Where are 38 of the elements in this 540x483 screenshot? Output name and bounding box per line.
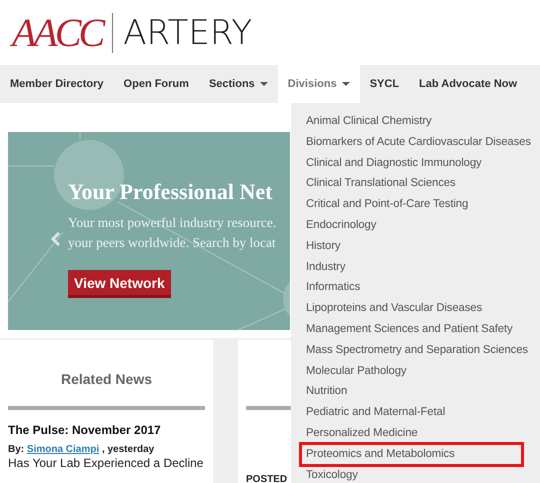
menu-item[interactable]: Proteomics and Metabolomics xyxy=(301,444,522,465)
menu-item[interactable]: Nutrition xyxy=(291,381,540,402)
menu-item[interactable]: Molecular Pathology xyxy=(291,360,540,382)
author-link[interactable]: Simona Ciampi xyxy=(26,444,100,455)
menu-item[interactable]: Mass Spectrometry and Separation Sciences xyxy=(291,340,540,361)
by-label: By: xyxy=(8,444,24,455)
menu-item[interactable]: History xyxy=(291,236,540,257)
nav-tab[interactable]: Sections xyxy=(198,65,278,103)
hero-text-line: Your most powerful industry resource. xyxy=(68,214,278,232)
menu-item[interactable]: Lipoproteins and Vascular Diseases xyxy=(291,298,540,319)
hero-text-line: your peers worldwide. Search by locat xyxy=(68,234,277,252)
hero-title: Your Professional Net xyxy=(68,179,274,205)
chevron-left-icon[interactable] xyxy=(51,232,61,246)
news-title[interactable]: The Pulse: November 2017 xyxy=(8,423,205,437)
menu-item[interactable]: Informatics xyxy=(291,277,540,298)
menu-item[interactable]: Animal Clinical Chemistry xyxy=(291,111,540,132)
news-excerpt: Has Your Lab Experienced a Decline xyxy=(8,456,204,470)
nav-tab[interactable]: Open Forum xyxy=(114,65,199,103)
menu-item[interactable]: Clinical and Diagnostic Immunology xyxy=(291,152,540,174)
post-time: , yesterday xyxy=(102,444,154,455)
nav-tab[interactable]: Lab Advocate Now xyxy=(409,65,528,103)
menu-item[interactable]: Critical and Point-of-Care Testing xyxy=(291,194,540,215)
menu-item[interactable]: Toxicology xyxy=(291,464,540,483)
menu-item[interactable]: Pediatric and Maternal-Fetal xyxy=(291,402,540,423)
nav-tab[interactable]: SYCL xyxy=(360,65,410,103)
menu-item[interactable]: Biomarkers of Acute Cardiovascular Diseases xyxy=(291,132,540,153)
logo-title[interactable]: ARTERY xyxy=(123,12,252,52)
menu-item[interactable]: Clinical Translational Sciences xyxy=(291,173,540,194)
view-network-button[interactable]: View Network xyxy=(68,270,171,298)
nav-tab[interactable]: Divisions xyxy=(278,65,360,103)
menu-item[interactable]: Management Sciences and Patient Safety xyxy=(291,318,540,340)
nav-tab[interactable]: Member Directory xyxy=(0,65,114,103)
menu-item[interactable]: Endocrinology xyxy=(291,214,540,236)
menu-item[interactable]: Personalized Medicine xyxy=(291,422,540,444)
logo-brand[interactable]: AACC xyxy=(12,9,102,56)
menu-item[interactable]: Industry xyxy=(291,256,540,278)
posted-label: POSTED xyxy=(246,474,288,483)
card-heading: Related News xyxy=(60,370,154,389)
